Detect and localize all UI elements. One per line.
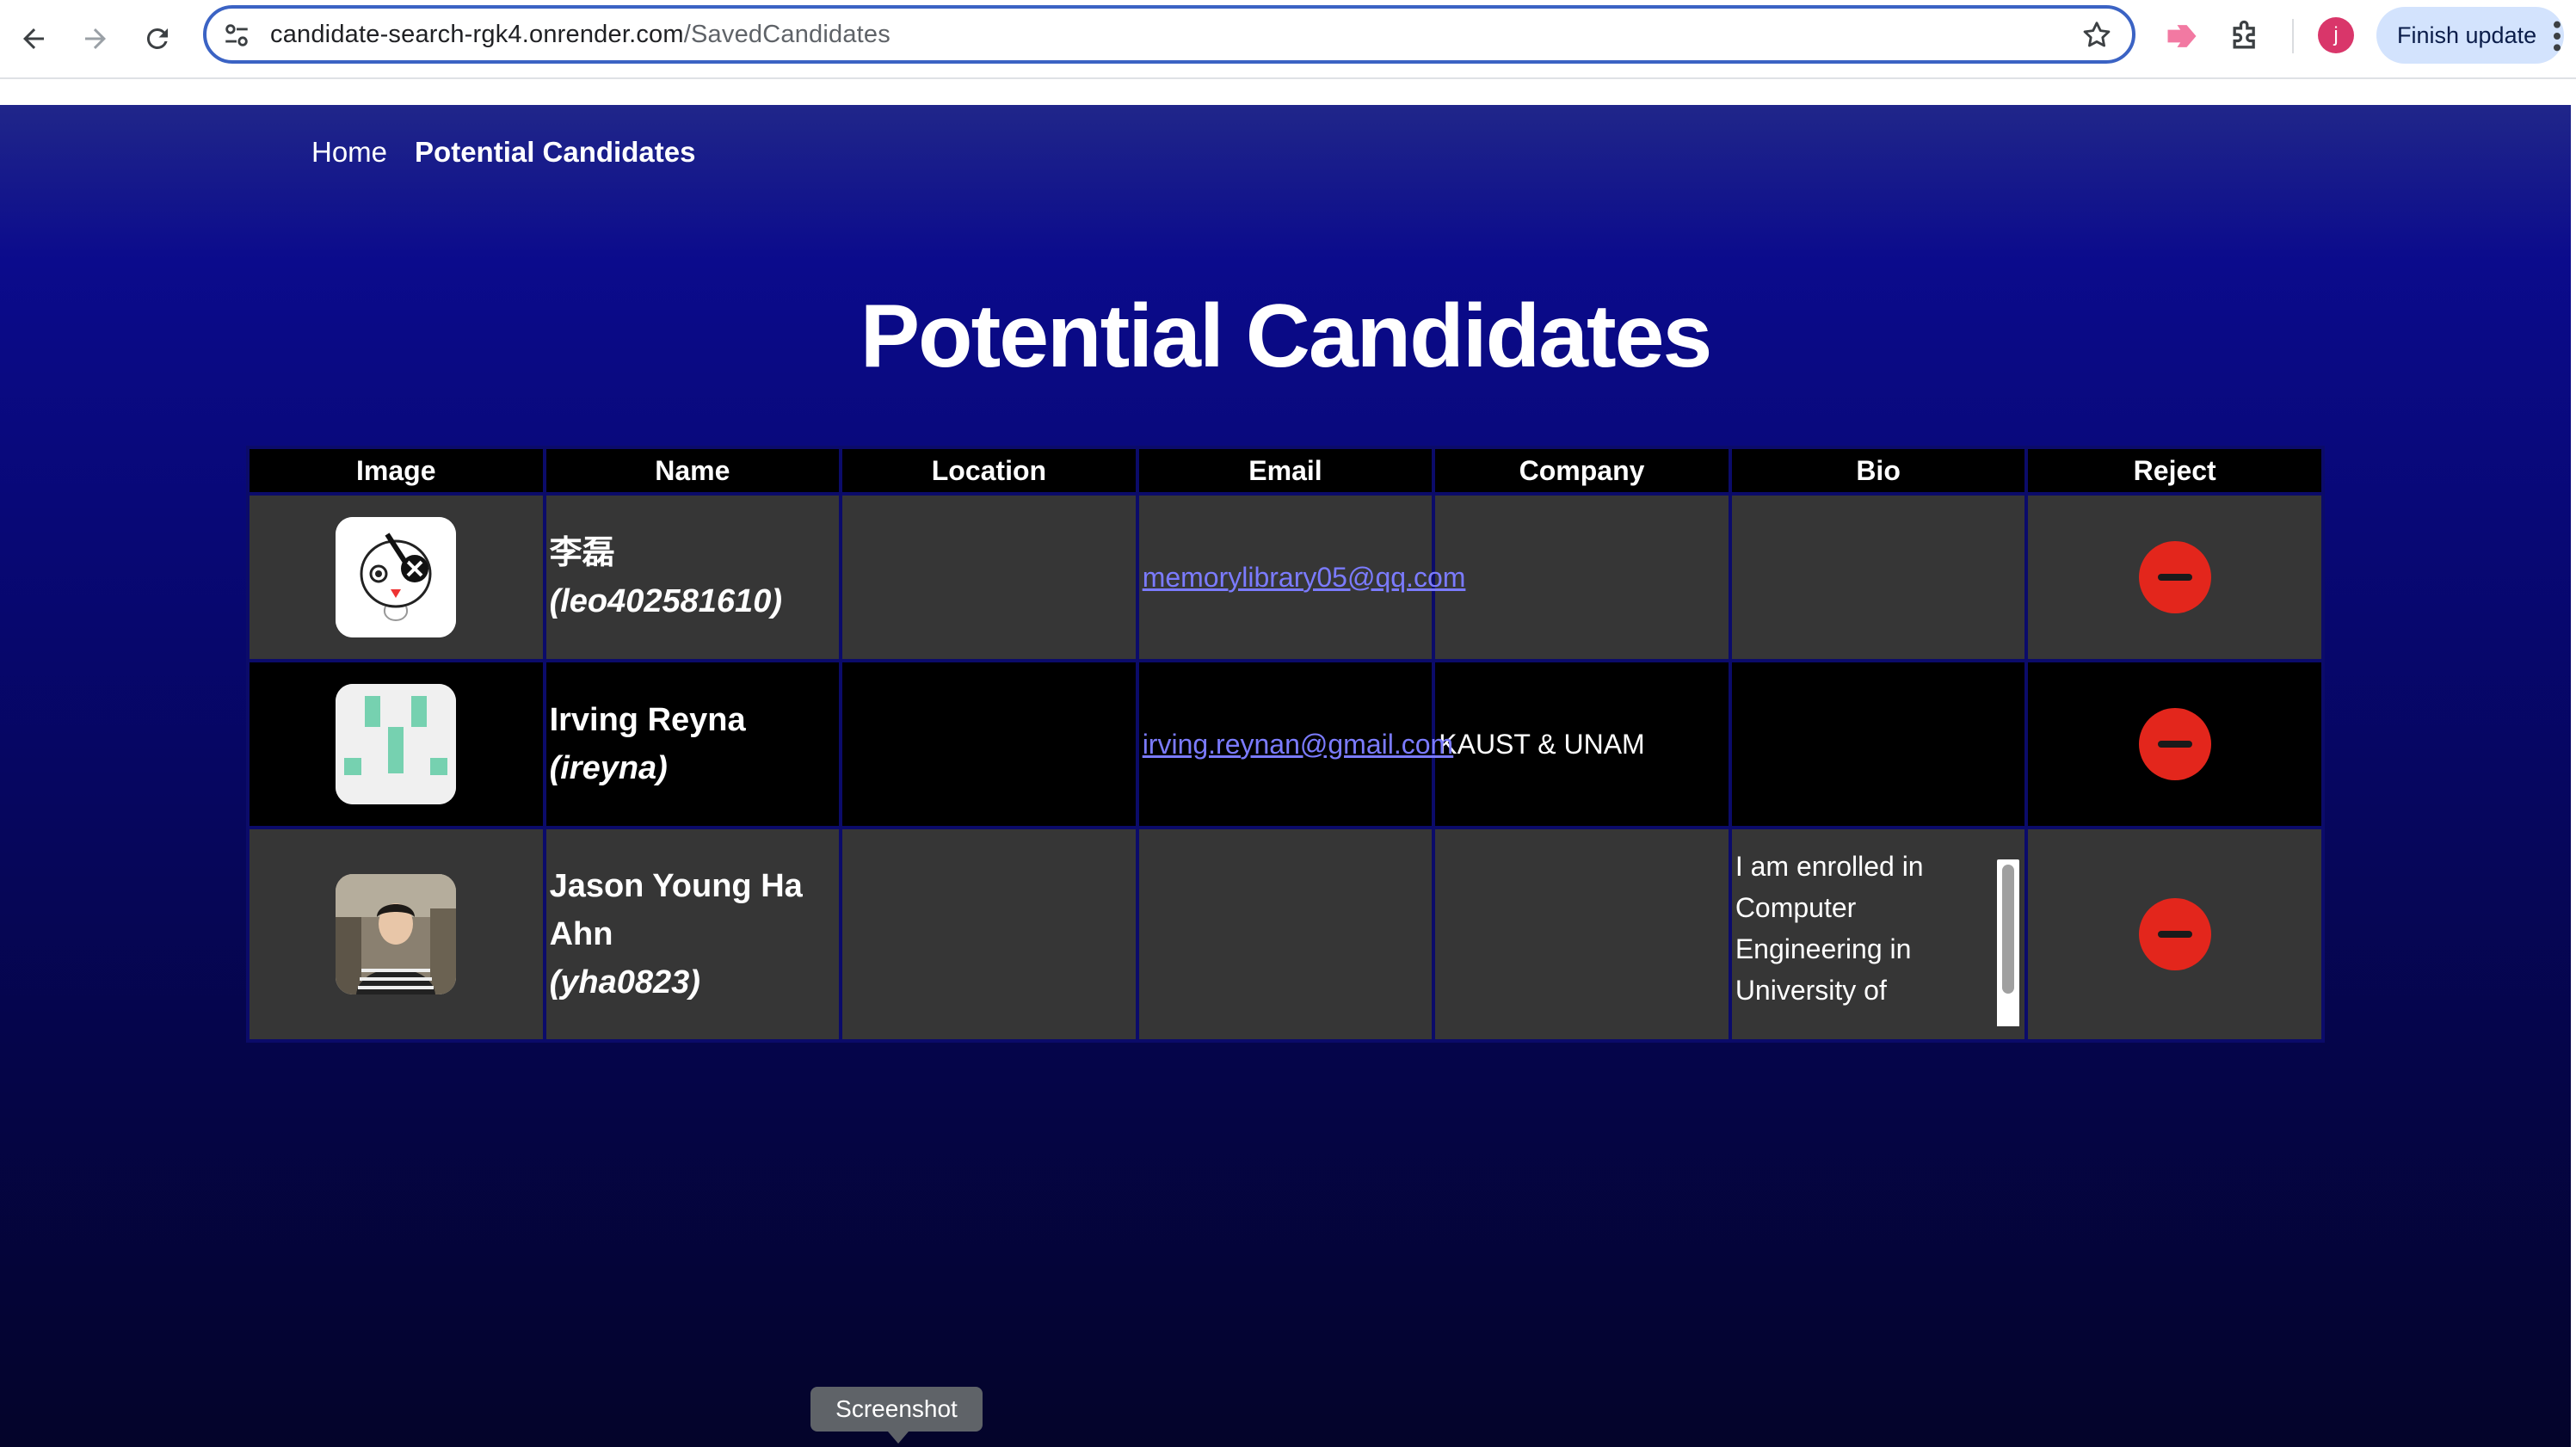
top-nav: Home Potential Candidates <box>311 136 695 169</box>
cell-location <box>842 496 1136 659</box>
header-location: Location <box>842 449 1136 492</box>
cell-company <box>1435 496 1729 659</box>
cell-email: irving.reynan@gmail.com <box>1138 662 1453 826</box>
page-title: Potential Candidates <box>860 286 1713 386</box>
cell-image <box>250 829 543 1039</box>
header-name: Name <box>545 449 840 492</box>
finish-update-button[interactable]: Finish update <box>2376 7 2564 64</box>
browser-toolbar: candidate-search-rgk4.onrender.com/Saved… <box>0 0 2576 79</box>
reject-button[interactable] <box>2138 708 2211 780</box>
candidate-bio[interactable]: I am enrolled in Computer Engineering in… <box>1735 846 2022 1026</box>
candidate-name: 李磊 <box>549 535 615 571</box>
cell-bio <box>1731 496 2025 659</box>
candidate-avatar <box>336 684 457 804</box>
toolbar-gap <box>0 79 2576 105</box>
candidate-email-link[interactable]: memorylibrary05@qq.com <box>1143 562 1466 593</box>
candidates-table: Image Name Location Email Company Bio Re… <box>246 446 2325 1043</box>
cell-image <box>250 662 543 826</box>
candidate-avatar <box>336 874 457 994</box>
cell-reject <box>2028 829 2321 1039</box>
cell-reject <box>2028 662 2321 826</box>
header-email: Email <box>1138 449 1433 492</box>
page-content: Home Potential Candidates Potential Cand… <box>0 105 2571 1447</box>
url-path: /SavedCandidates <box>683 21 891 48</box>
url-text: candidate-search-rgk4.onrender.com/Saved… <box>270 21 891 49</box>
candidate-login: (yha0823) <box>549 964 700 1001</box>
cell-bio: I am enrolled in Computer Engineering in… <box>1731 829 2025 1039</box>
screenshot-tooltip: Screenshot <box>810 1387 983 1444</box>
reload-button[interactable] <box>134 15 181 62</box>
toolbar-divider <box>2292 19 2294 53</box>
reject-button[interactable] <box>2138 541 2211 613</box>
table-header-row: Image Name Location Email Company Bio Re… <box>250 449 2321 492</box>
cell-company: KAUST & UNAM <box>1435 662 1729 826</box>
star-icon[interactable] <box>2080 19 2113 52</box>
cell-image <box>250 496 543 659</box>
candidate-email-link[interactable]: irving.reynan@gmail.com <box>1143 729 1454 760</box>
url-host: candidate-search-rgk4.onrender.com <box>270 21 684 48</box>
nav-potential-candidates-link[interactable]: Potential Candidates <box>415 136 695 169</box>
extension-icon[interactable] <box>2163 17 2201 55</box>
candidate-bio-text: I am enrolled in Computer Engineering in… <box>1735 851 1924 1006</box>
cell-company <box>1435 829 1729 1039</box>
profile-avatar[interactable]: j <box>2318 17 2354 53</box>
table-row: 李磊 (leo402581610) memorylibrary05@qq.com <box>250 496 2321 659</box>
cell-reject <box>2028 496 2321 659</box>
header-reject: Reject <box>2028 449 2321 492</box>
forward-icon <box>85 28 106 49</box>
header-image: Image <box>250 449 543 492</box>
candidate-name: Irving Reyna <box>549 702 746 738</box>
cell-email <box>1138 829 1433 1039</box>
site-settings-icon[interactable] <box>222 21 251 50</box>
bio-scrollbar-thumb[interactable] <box>2002 865 2015 994</box>
candidate-login: (ireyna) <box>549 750 668 786</box>
nav-home-link[interactable]: Home <box>311 136 387 169</box>
page-scrollbar[interactable] <box>2571 105 2576 1447</box>
back-button[interactable] <box>10 15 57 62</box>
candidate-avatar <box>336 517 457 637</box>
back-icon <box>23 28 44 49</box>
address-bar[interactable]: candidate-search-rgk4.onrender.com/Saved… <box>203 5 2135 64</box>
candidate-login: (leo402581610) <box>549 583 782 619</box>
table-row: Irving Reyna (ireyna) irving.reynan@gmai… <box>250 662 2321 826</box>
cell-location <box>842 829 1136 1039</box>
reload-icon <box>146 28 168 49</box>
cell-name: 李磊 (leo402581610) <box>545 496 840 659</box>
cell-bio <box>1731 662 2025 826</box>
table-row: Jason Young Ha Ahn (yha0823) I am enroll… <box>250 829 2321 1039</box>
kebab-menu-icon[interactable] <box>2552 19 2562 53</box>
header-company: Company <box>1435 449 1729 492</box>
cell-name: Jason Young Ha Ahn (yha0823) <box>545 829 840 1039</box>
reject-button[interactable] <box>2138 898 2211 970</box>
cell-email: memorylibrary05@qq.com <box>1138 496 1465 659</box>
candidate-company: KAUST & UNAM <box>1439 728 1645 760</box>
header-bio: Bio <box>1731 449 2025 492</box>
cell-location <box>842 662 1136 826</box>
forward-button[interactable] <box>72 15 119 62</box>
puzzle-icon[interactable] <box>2227 17 2265 55</box>
bio-scrollbar[interactable] <box>1997 859 2020 1026</box>
candidate-name: Jason Young Ha Ahn <box>549 868 803 952</box>
cell-name: Irving Reyna (ireyna) <box>545 662 840 826</box>
